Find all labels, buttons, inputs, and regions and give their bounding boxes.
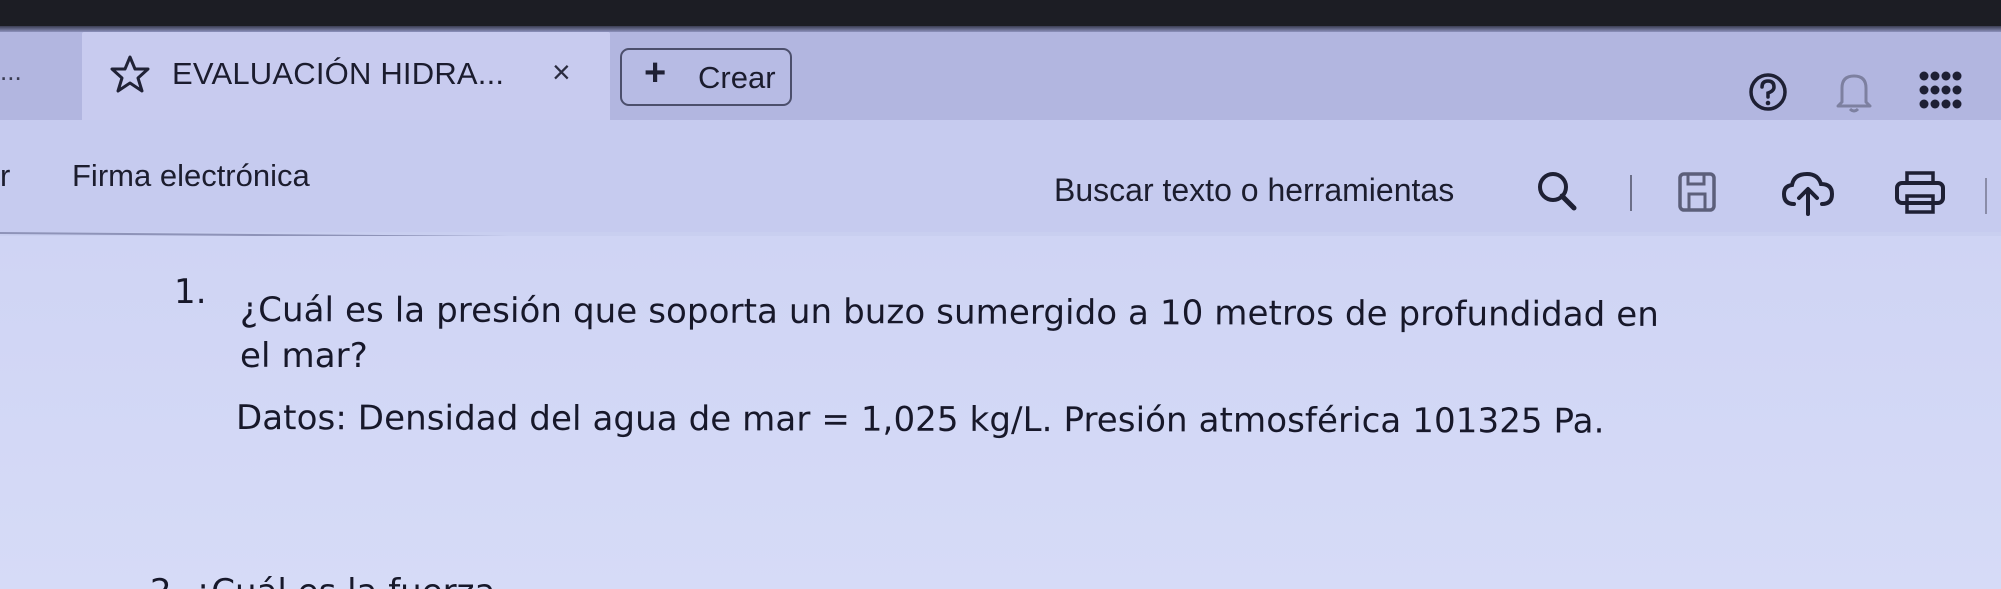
tab-close-button[interactable]: × [552,54,571,91]
toolbar-divider [1630,175,1632,211]
sign-menu-item[interactable]: Firma electrónica [72,158,310,194]
toolbar-divider-right [1985,178,1987,214]
apps-grid-icon[interactable] [1918,70,1962,110]
print-icon[interactable] [1894,170,1946,216]
toolbar-cut-label[interactable]: r [0,158,10,194]
bell-icon[interactable] [1832,68,1876,114]
create-button-label: Crear [698,60,776,95]
search-tools-label[interactable]: Buscar texto o herramientas [1054,172,1454,209]
star-icon[interactable] [110,54,150,94]
tab-title: EVALUACIÓN HIDRA... [172,56,505,91]
question-data-line: Datos: Densidad del agua de mar = 1,025 … [235,398,1605,442]
next-question-partial: 2. ¿Cuál es la fuerza... [150,572,528,589]
question-text-line1: ¿Cuál es la presión que soporta un buzo … [239,290,1659,335]
tab-previous-label: ... [0,56,22,86]
save-icon[interactable] [1676,170,1718,214]
question-number: 1. [174,272,207,312]
help-icon[interactable] [1748,72,1788,112]
question-text-line2: el mar? [240,336,368,376]
search-icon[interactable] [1534,168,1580,214]
plus-icon: + [644,52,667,94]
cloud-upload-icon[interactable] [1780,168,1836,218]
